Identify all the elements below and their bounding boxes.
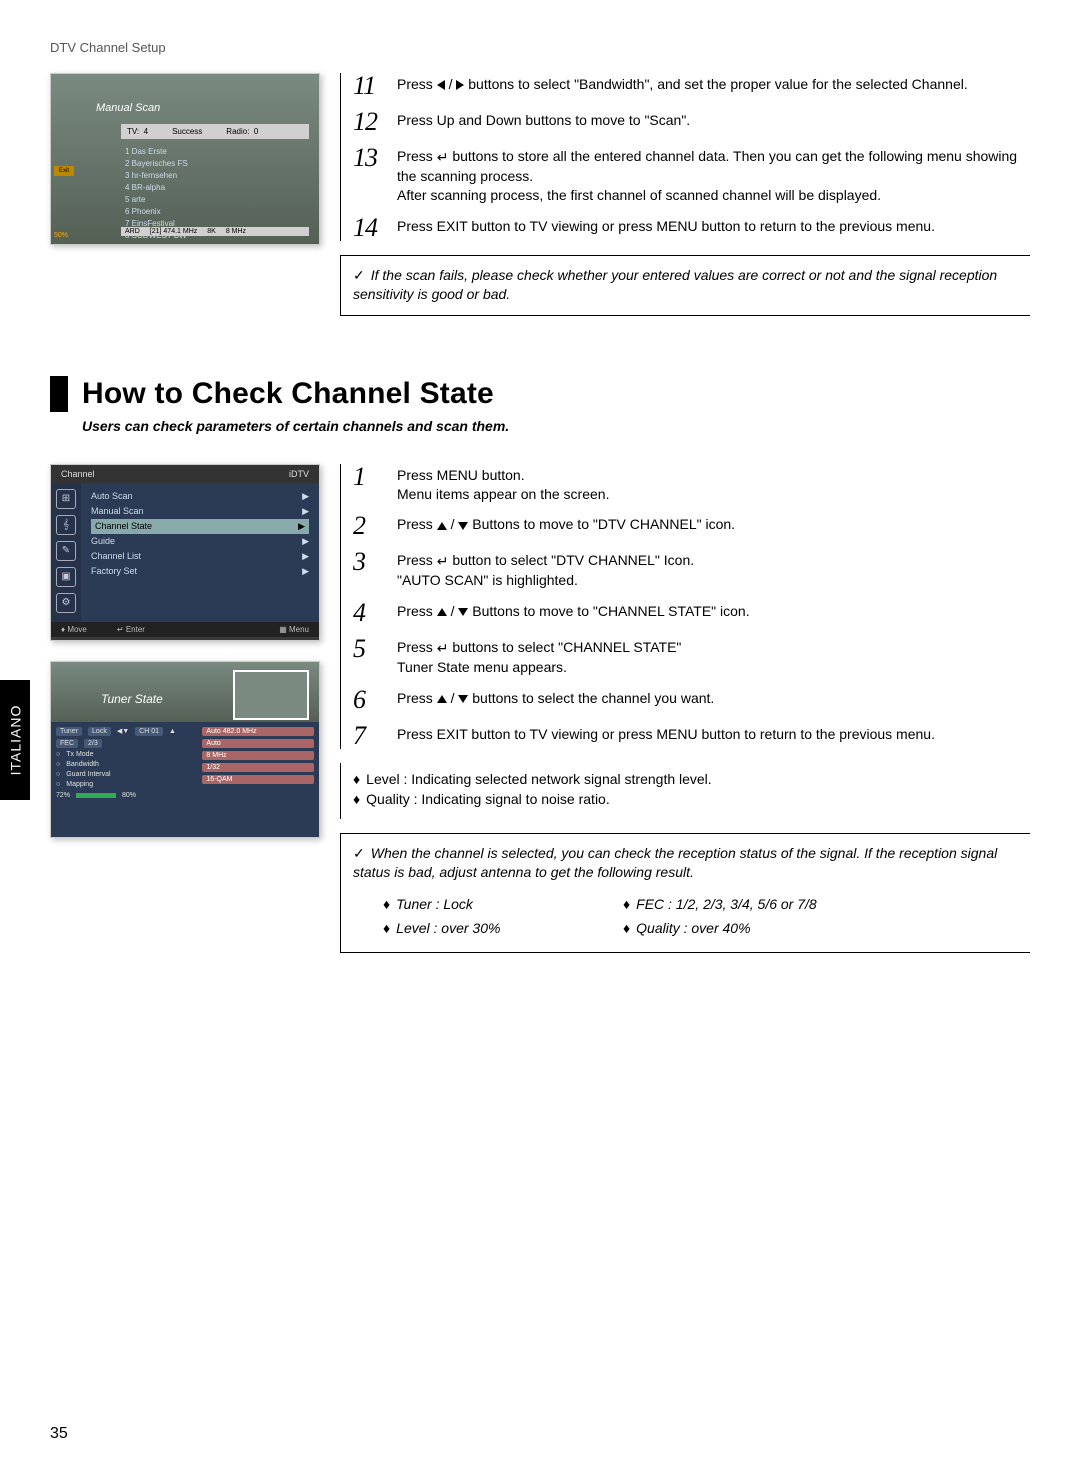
enter-icon: ↵ (437, 639, 449, 658)
gear-icon: ⚙ (56, 593, 76, 613)
shot1-bar: TV: 4 Success Radio: 0 (121, 124, 309, 139)
top-left: Manual Scan TV: 4 Success Radio: 0 Exit … (50, 73, 320, 336)
down-arrow-icon (458, 522, 468, 530)
language-tab: ITALIANO (0, 680, 30, 800)
up-arrow-icon (437, 695, 447, 703)
top-section: Manual Scan TV: 4 Success Radio: 0 Exit … (50, 73, 1030, 336)
tv-icon: ⊞ (56, 489, 76, 509)
menu-icons: ⊞ 𝄞 ✎ ▣ ⚙ (51, 483, 81, 622)
step-2: 2 Press / Buttons to move to "DTV CHANNE… (353, 513, 1030, 539)
screenshot-manual-scan: Manual Scan TV: 4 Success Radio: 0 Exit … (50, 73, 320, 245)
step-12: 12 Press Up and Down buttons to move to … (353, 109, 1030, 135)
step-7: 7 Press EXIT button to TV viewing or pre… (353, 723, 1030, 749)
enter-icon: ↵ (437, 148, 449, 167)
chevron-right-icon: ▶ (302, 536, 309, 547)
step-13: 13 Press ↵ buttons to store all the ente… (353, 145, 1030, 205)
right-arrow-icon (456, 80, 464, 90)
shot1-title: Manual Scan (96, 102, 160, 114)
up-arrow-icon (437, 608, 447, 616)
pip-icon: ▣ (56, 567, 76, 587)
music-icon: 𝄞 (56, 515, 76, 535)
shot3-pip (233, 670, 309, 720)
section-subtitle: Users can check parameters of certain ch… (82, 418, 1030, 434)
step-6: 6 Press / buttons to select the channel … (353, 687, 1030, 713)
top-right: 11 Press / buttons to select "Bandwidth"… (340, 73, 1030, 336)
step-5: 5 Press ↵ buttons to select "CHANNEL STA… (353, 636, 1030, 677)
bottom-left: Channel iDTV ⊞ 𝄞 ✎ ▣ ⚙ Auto Scan▶ Manual… (50, 464, 320, 973)
step-11: 11 Press / buttons to select "Bandwidth"… (353, 73, 1030, 99)
enter-icon: ↵ (437, 552, 449, 571)
bottom-section: Channel iDTV ⊞ 𝄞 ✎ ▣ ⚙ Auto Scan▶ Manual… (50, 464, 1030, 973)
down-arrow-icon (458, 608, 468, 616)
note-bottom: When the channel is selected, you can ch… (340, 833, 1030, 953)
definition-bullets: ♦Level : Indicating selected network sig… (340, 763, 1030, 819)
tools-icon: ✎ (56, 541, 76, 561)
page-header: DTV Channel Setup (50, 40, 1030, 55)
screenshot-channel-menu: Channel iDTV ⊞ 𝄞 ✎ ▣ ⚙ Auto Scan▶ Manual… (50, 464, 320, 641)
screenshot-tuner-state: Tuner State Tuner Lock ◀▼ CH 01 ▲ FEC (50, 661, 320, 838)
note-top: If the scan fails, please check whether … (340, 255, 1030, 316)
page-number: 35 (50, 1425, 68, 1443)
step-14: 14 Press EXIT button to TV viewing or pr… (353, 215, 1030, 241)
shot1-exit-badge: Exit (54, 166, 74, 176)
chevron-right-icon: ▶ (302, 551, 309, 562)
down-arrow-icon (458, 695, 468, 703)
section-title: How to Check Channel State (82, 377, 494, 411)
left-arrow-icon (437, 80, 445, 90)
shot1-level: 50% (54, 232, 68, 239)
menu-items: Auto Scan▶ Manual Scan▶ Channel State▶ G… (81, 483, 319, 622)
bottom-right: 1 Press MENU button. Menu items appear o… (340, 464, 1030, 973)
steps-bottom: 1 Press MENU button. Menu items appear o… (340, 464, 1030, 749)
chevron-right-icon: ▶ (302, 566, 309, 577)
shot3-title: Tuner State (101, 692, 163, 706)
chevron-right-icon: ▶ (298, 521, 305, 532)
spec-columns: ♦Tuner : Lock ♦Level : over 30% ♦FEC : 1… (353, 895, 1018, 942)
manual-page: DTV Channel Setup Manual Scan TV: 4 Succ… (0, 0, 1080, 1483)
head-bar (50, 376, 68, 412)
step-3: 3 Press ↵ button to select "DTV CHANNEL"… (353, 549, 1030, 590)
step-4: 4 Press / Buttons to move to "CHANNEL ST… (353, 600, 1030, 626)
step-1: 1 Press MENU button. Menu items appear o… (353, 464, 1030, 504)
up-arrow-icon (437, 522, 447, 530)
chevron-right-icon: ▶ (302, 491, 309, 502)
chevron-right-icon: ▶ (302, 506, 309, 517)
steps-top: 11 Press / buttons to select "Bandwidth"… (340, 73, 1030, 241)
shot1-footer: ARD [21] 474.1 MHz 8K 8 MHz (121, 227, 309, 236)
section-head: How to Check Channel State (50, 376, 1030, 412)
